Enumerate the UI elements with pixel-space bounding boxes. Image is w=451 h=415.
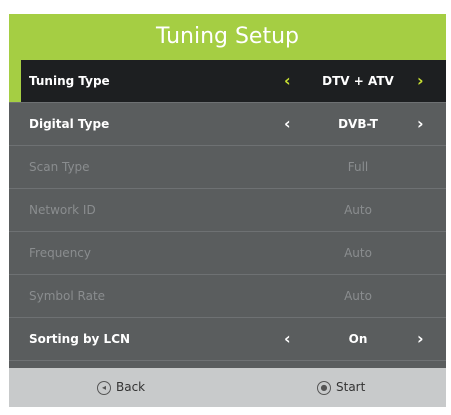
menu-row-network-id: Network ID Auto	[9, 189, 446, 232]
menu-row-label: Network ID	[29, 203, 96, 217]
chevron-right-icon[interactable]: ›	[417, 60, 424, 102]
menu-row-value: On	[348, 332, 368, 346]
chevron-right-icon[interactable]: ›	[417, 103, 424, 145]
chevron-left-icon[interactable]: ‹	[284, 318, 291, 360]
menu-row-digital-type[interactable]: Digital Type ‹ DVB-T ›	[9, 103, 446, 146]
menu-row-label: Scan Type	[29, 160, 90, 174]
menu-row-value: Auto	[344, 246, 372, 260]
menu-row-sorting-by-lcn[interactable]: Sorting by LCN ‹ On ›	[9, 318, 446, 361]
chevron-left-icon[interactable]: ‹	[284, 103, 291, 145]
chevron-right-icon[interactable]: ›	[417, 318, 424, 360]
back-button-label: Back	[116, 380, 146, 394]
menu-row-value: Full	[347, 160, 369, 174]
start-button[interactable]: ● Start	[317, 368, 365, 407]
ok-key-icon: ●	[317, 380, 331, 395]
menu-row-value: Auto	[344, 203, 372, 217]
menu-row-label: Symbol Rate	[29, 289, 106, 303]
menu-row-value: DVB-T	[338, 117, 378, 131]
menu-row-label: Frequency	[29, 246, 91, 260]
chevron-left-icon[interactable]: ‹	[284, 60, 291, 102]
start-button-label: Start	[336, 380, 366, 394]
menu-row-value: Auto	[344, 289, 372, 303]
menu-row-label: Tuning Type	[29, 74, 110, 88]
menu-row-frequency: Frequency Auto	[9, 232, 446, 275]
selection-accent	[9, 60, 21, 102]
menu-row-scan-type: Scan Type Full	[9, 146, 446, 189]
menu-row-value: DTV + ATV	[322, 74, 394, 88]
menu-row-symbol-rate: Symbol Rate Auto	[9, 275, 446, 318]
page-title: Tuning Setup	[9, 14, 446, 60]
menu-row-tuning-type[interactable]: Tuning Type ‹ DTV + ATV ›	[9, 60, 446, 103]
back-key-icon: ◂	[97, 380, 111, 395]
menu-row-label: Sorting by LCN	[29, 332, 131, 346]
back-button[interactable]: ◂ Back	[97, 368, 145, 407]
menu-row-label: Digital Type	[29, 117, 110, 131]
footer-bar: ◂ Back ● Start	[9, 368, 446, 407]
tuning-setup-panel: Tuning Setup Tuning Type ‹ DTV + ATV › D…	[9, 14, 446, 407]
